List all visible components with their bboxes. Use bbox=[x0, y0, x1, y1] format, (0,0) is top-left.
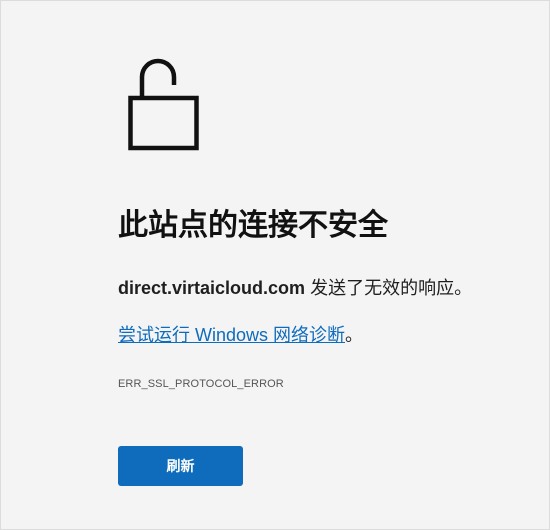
error-message: 发送了无效的响应。 bbox=[305, 278, 473, 298]
error-description: direct.virtaicloud.com 发送了无效的响应。 bbox=[118, 276, 472, 300]
error-page: 此站点的连接不安全 direct.virtaicloud.com 发送了无效的响… bbox=[0, 0, 550, 530]
site-host: direct.virtaicloud.com bbox=[118, 278, 306, 298]
error-code: ERR_SSL_PROTOCOL_ERROR bbox=[118, 378, 284, 390]
unlocked-padlock-icon bbox=[128, 58, 199, 151]
refresh-button[interactable]: 刷新 bbox=[118, 446, 243, 486]
diagnostic-suffix: 。 bbox=[345, 325, 364, 345]
network-diagnostics-link[interactable]: 尝试运行 Windows 网络诊断 bbox=[118, 325, 345, 345]
diagnostic-line: 尝试运行 Windows 网络诊断。 bbox=[118, 323, 363, 347]
page-title: 此站点的连接不安全 bbox=[118, 209, 388, 242]
